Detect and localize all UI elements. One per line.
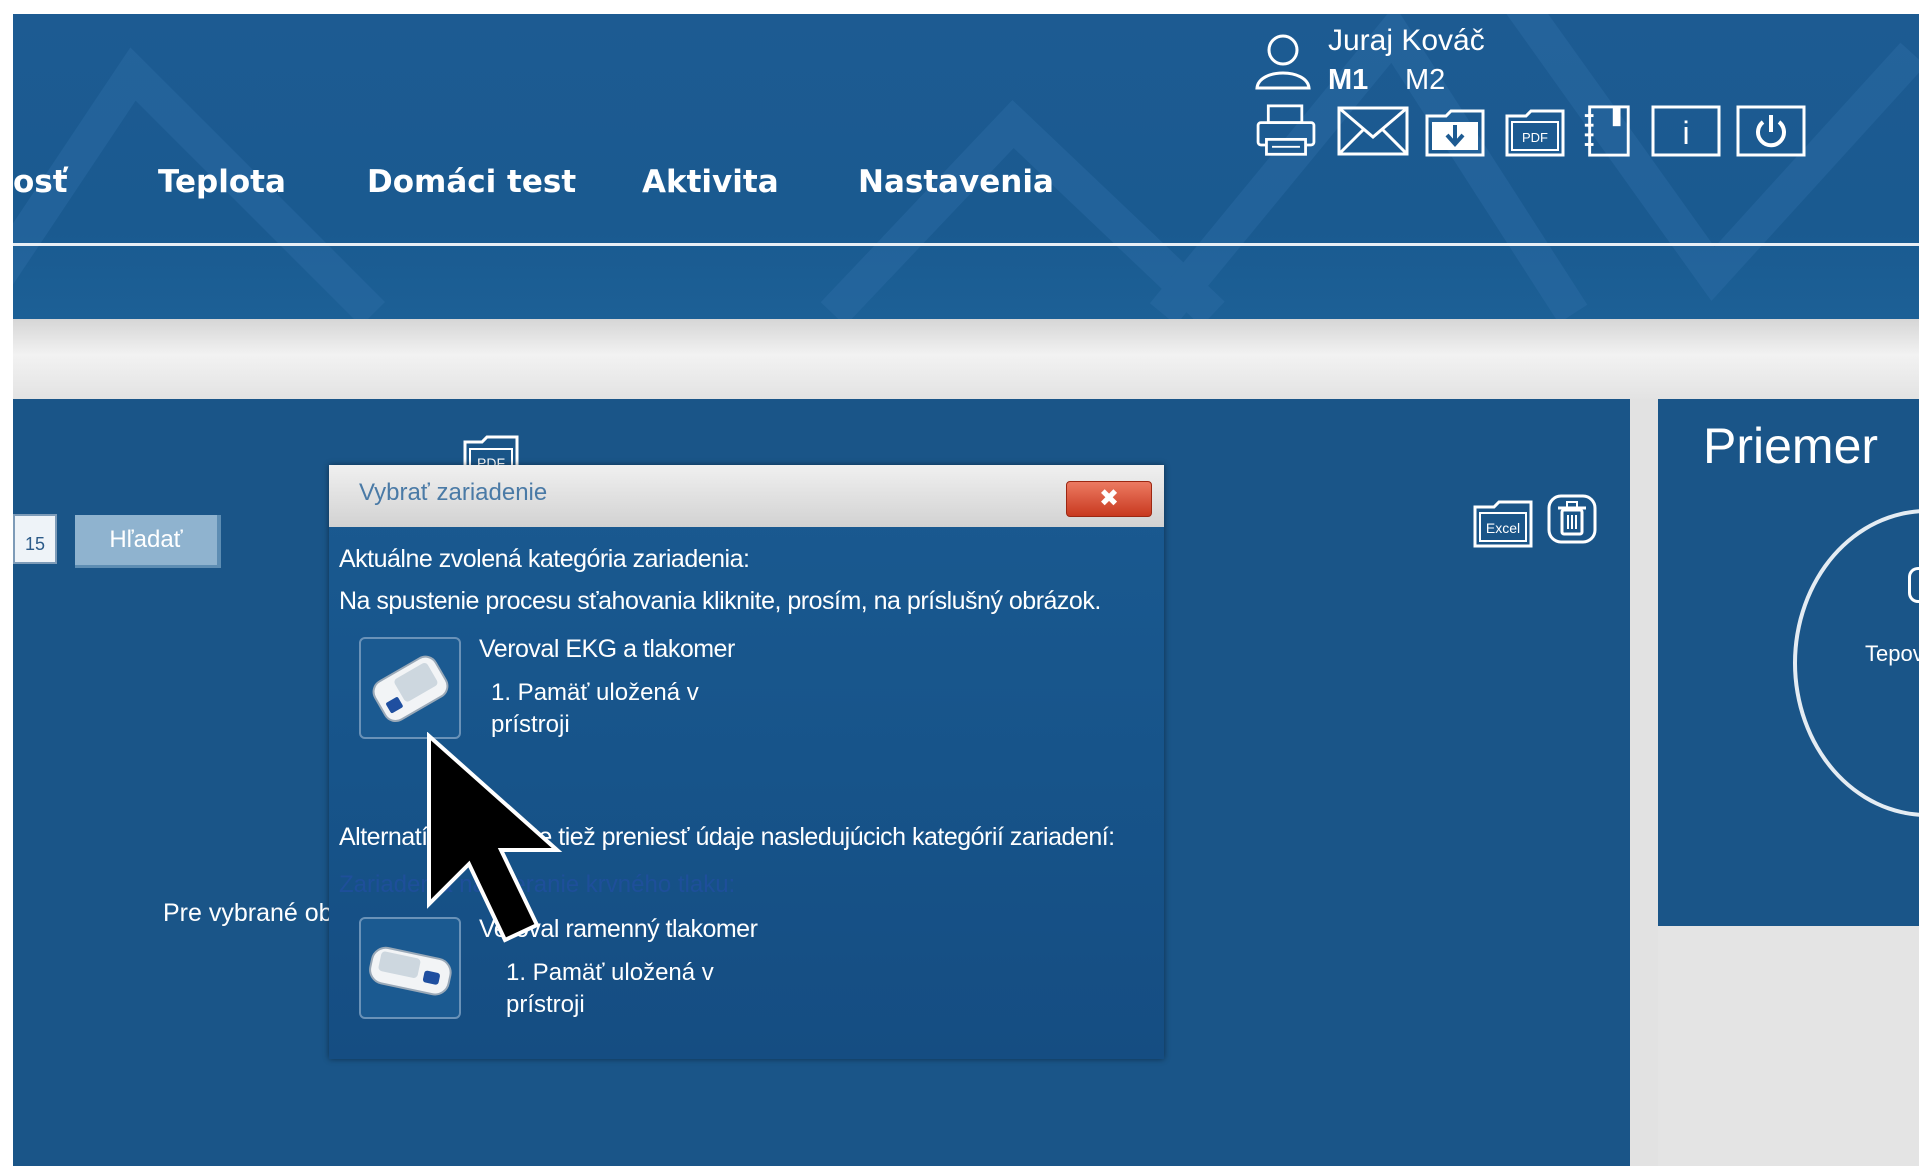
excel-export-label: Excel xyxy=(1486,520,1520,536)
nav-item-aktivita[interactable]: Aktivita xyxy=(642,164,779,200)
user-name: Juraj Kováč xyxy=(1328,24,1485,57)
info-icon-label: i xyxy=(1682,115,1689,151)
excel-export-icon[interactable]: Excel xyxy=(1472,499,1534,549)
power-icon[interactable] xyxy=(1735,104,1807,158)
pdf-icon-label: PDF xyxy=(1522,130,1548,145)
trash-icon[interactable] xyxy=(1546,493,1598,545)
average-title: Priemer xyxy=(1703,418,1879,474)
device-ekg-image[interactable] xyxy=(359,637,461,739)
mouse-cursor-icon xyxy=(427,732,563,943)
nav-divider xyxy=(13,243,1919,246)
app-window: osť Teplota Domáci test Aktivita Nastave… xyxy=(13,14,1919,1166)
selection-text: Pre vybrané ob xyxy=(163,899,333,927)
dialog-close-button[interactable]: ✖ xyxy=(1066,481,1152,517)
user-icon[interactable] xyxy=(1253,30,1313,90)
circle-label: Tepov xyxy=(1865,641,1919,666)
average-panel: Priemer Tepov xyxy=(1658,399,1919,926)
nav-item-teplota[interactable]: Teplota xyxy=(158,164,286,200)
nav-item-nastavenia[interactable]: Nastavenia xyxy=(858,164,1054,200)
grey-band xyxy=(13,319,1919,399)
info-icon[interactable]: i xyxy=(1650,104,1722,158)
current-category-label: Aktuálne zvolená kategória zariadenia: xyxy=(339,545,750,573)
dialog-titlebar: Vybrať zariadenie ✖ xyxy=(329,465,1164,527)
download-instruction: Na spustenie procesu sťahovania kliknite… xyxy=(339,587,1101,615)
pdf-icon[interactable]: PDF xyxy=(1504,106,1566,160)
device-ekg-name[interactable]: Veroval EKG a tlakomer xyxy=(479,635,735,664)
nav-item-partial[interactable]: osť xyxy=(13,164,68,200)
mail-icon[interactable] xyxy=(1336,104,1410,158)
device-upper-arm-memory: 1. Pamäť uložená v prístroji xyxy=(506,959,714,1018)
nav-item-domaci-test[interactable]: Domáci test xyxy=(367,164,576,200)
ekg-device-icon xyxy=(372,655,449,723)
dialog-title: Vybrať zariadenie xyxy=(359,479,548,506)
search-button[interactable]: Hľadať xyxy=(75,515,221,568)
circle-marker xyxy=(1908,567,1919,603)
side-lower-area xyxy=(1658,926,1919,1166)
notebook-icon[interactable] xyxy=(1581,104,1633,158)
header: osť Teplota Domáci test Aktivita Nastave… xyxy=(13,14,1919,319)
panel-divider xyxy=(1630,399,1658,1166)
mode-m1-button[interactable]: M1 xyxy=(1328,64,1368,97)
printer-icon[interactable] xyxy=(1253,104,1319,158)
calendar-icon[interactable]: 15 xyxy=(13,514,57,564)
download-icon[interactable] xyxy=(1424,106,1486,160)
mode-m2-button[interactable]: M2 xyxy=(1405,64,1445,97)
